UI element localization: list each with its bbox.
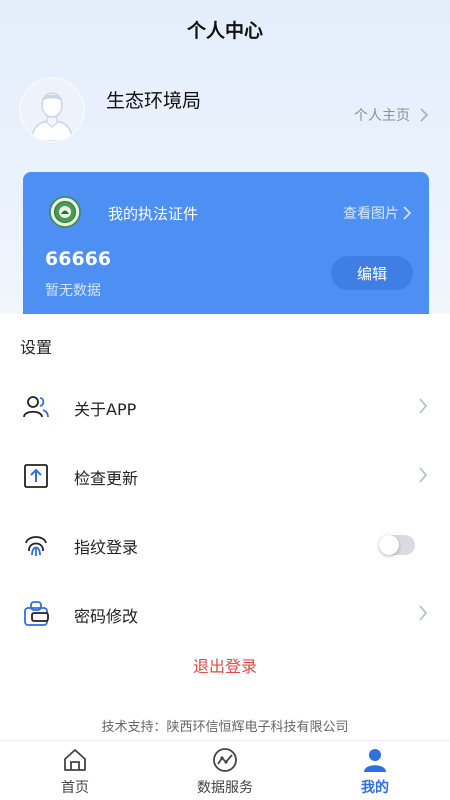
tab-data-services[interactable]: 数据服务 xyxy=(150,741,300,800)
chart-circle-icon xyxy=(212,747,238,773)
tab-label: 我的 xyxy=(361,780,389,796)
bottom-tab-bar: 首页 数据服务 我的 xyxy=(0,740,450,800)
toggle-knob xyxy=(379,535,399,555)
tab-mine[interactable]: 我的 xyxy=(300,741,450,800)
users-icon xyxy=(22,393,50,421)
organization-name: 生态环境局 xyxy=(106,90,202,112)
tab-label: 首页 xyxy=(61,780,89,796)
view-pictures-link[interactable]: 查看图片 xyxy=(343,203,411,223)
fingerprint-toggle[interactable] xyxy=(379,535,415,555)
edit-button[interactable]: 编辑 xyxy=(331,256,413,290)
settings-item-label: 检查更新 xyxy=(74,469,139,488)
home-icon xyxy=(62,747,88,773)
enforcement-emblem-icon xyxy=(49,196,81,228)
chevron-right-icon xyxy=(419,398,428,414)
settings-item-label: 密码修改 xyxy=(74,607,139,626)
chevron-right-icon xyxy=(419,467,428,483)
certificate-status: 暂无数据 xyxy=(45,283,101,299)
lock-card-icon xyxy=(22,600,50,628)
view-pictures-label: 查看图片 xyxy=(343,206,399,222)
settings-item-fingerprint-login[interactable]: 指纹登录 xyxy=(0,514,450,574)
settings-item-change-password[interactable]: 密码修改 xyxy=(0,583,450,643)
certificate-card[interactable]: 我的执法证件 查看图片 66666 暂无数据 编辑 xyxy=(23,172,429,322)
certificate-number: 66666 xyxy=(45,248,112,270)
avatar[interactable] xyxy=(21,79,83,141)
settings-panel: 设置 关于APP 检查更新 指纹登录 密码修改 退出登录 技术支持：陕西环信恒辉… xyxy=(0,314,450,744)
fingerprint-icon xyxy=(22,531,50,559)
user-icon xyxy=(362,747,388,773)
settings-item-about-app[interactable]: 关于APP xyxy=(0,376,450,436)
settings-item-check-update[interactable]: 检查更新 xyxy=(0,445,450,505)
chevron-right-icon xyxy=(403,206,411,220)
tech-support-text: 技术支持：陕西环信恒辉电子科技有限公司 xyxy=(101,720,349,735)
personal-homepage-link[interactable]: 个人主页 xyxy=(354,105,428,125)
certificate-title: 我的执法证件 xyxy=(108,205,199,223)
chevron-right-icon xyxy=(420,108,428,122)
upload-box-icon xyxy=(22,462,50,490)
chevron-right-icon xyxy=(419,605,428,621)
settings-item-label: 关于APP xyxy=(74,400,137,419)
avatar-person-icon xyxy=(21,79,83,141)
logout-button[interactable]: 退出登录 xyxy=(0,653,450,677)
settings-item-label: 指纹登录 xyxy=(74,538,139,557)
settings-heading: 设置 xyxy=(20,338,53,357)
tab-label: 数据服务 xyxy=(197,780,253,796)
tab-home[interactable]: 首页 xyxy=(0,741,150,800)
personal-homepage-label: 个人主页 xyxy=(354,108,410,124)
page-title: 个人中心 xyxy=(186,20,263,42)
